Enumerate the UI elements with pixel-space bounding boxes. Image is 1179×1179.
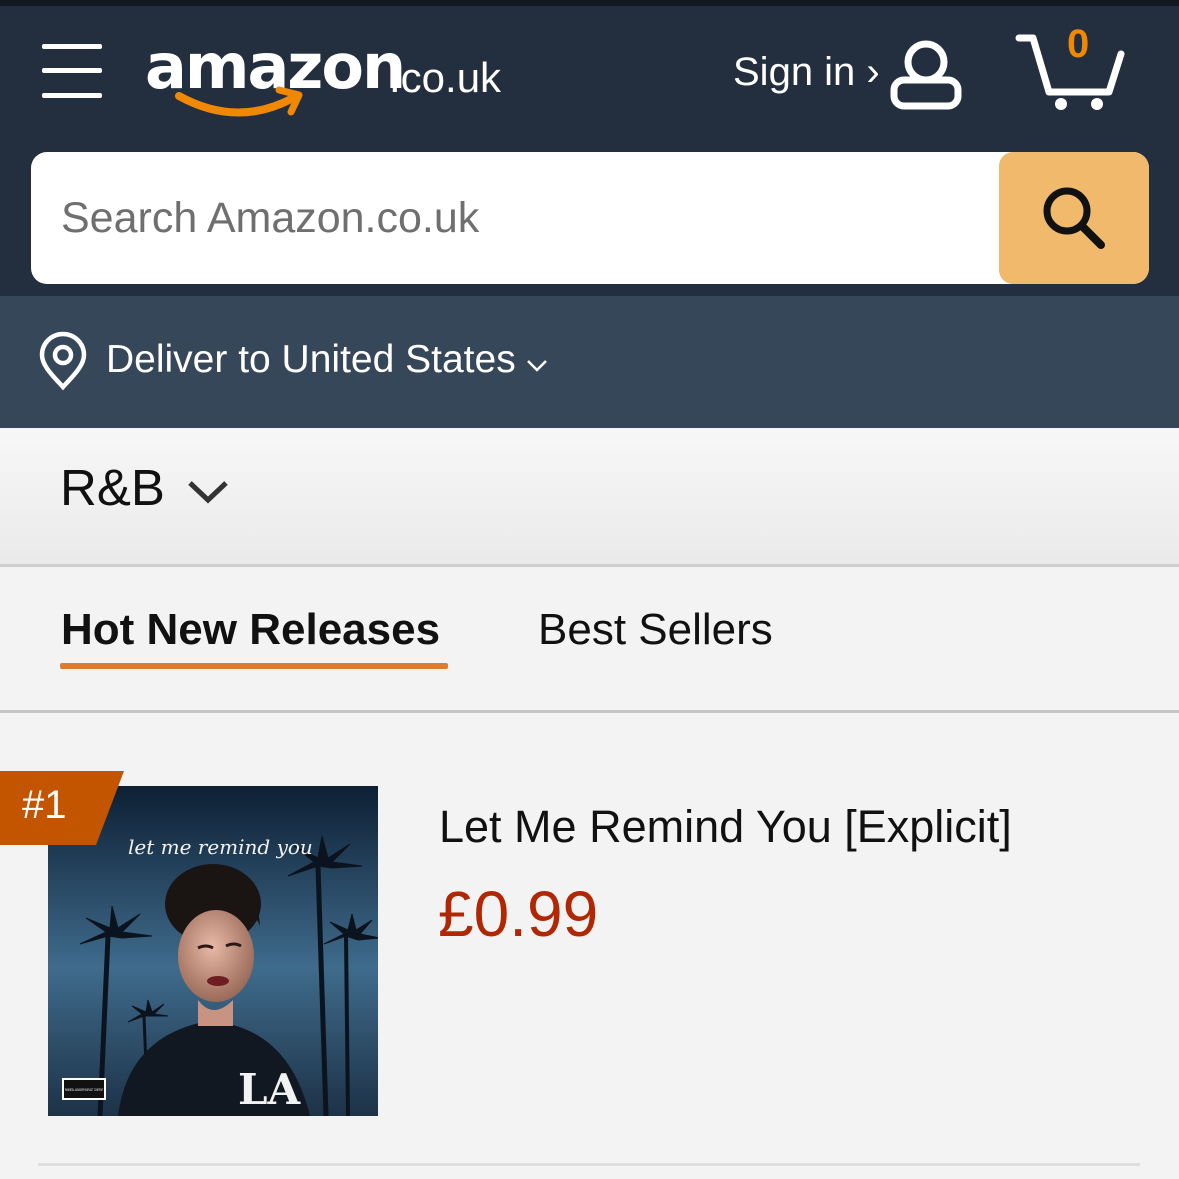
logo-tld: .co.uk [389, 54, 502, 101]
category-selector[interactable]: R&B [0, 428, 1179, 567]
chevron-down-icon [527, 360, 547, 372]
category-label: R&B [60, 459, 165, 516]
cover-script-title: let me remind you [128, 835, 313, 859]
deliver-to-label: Deliver to United States [106, 338, 516, 381]
product-title[interactable]: Let Me Remind You [Explicit] [439, 801, 1012, 853]
product-price: £0.99 [438, 878, 599, 950]
list-divider [38, 1163, 1140, 1166]
parental-advisory-label: PARENTAL ADVISORY EXPLICIT CONTENT [65, 1087, 103, 1092]
tab-best-sellers[interactable]: Best Sellers [538, 605, 773, 655]
list-item[interactable]: let me remind you LA PARENTAL ADVISORY E… [0, 713, 1179, 1179]
hamburger-menu-icon[interactable] [42, 44, 102, 98]
search-button[interactable] [999, 152, 1149, 284]
cover-la-logo: LA [238, 1065, 302, 1114]
deliver-to-bar[interactable]: Deliver to United States [0, 296, 1179, 428]
sign-in-link[interactable]: Sign in › [733, 50, 880, 95]
rank-number: #1 [22, 783, 67, 827]
tab-bar: Hot New Releases Best Sellers [0, 567, 1179, 713]
location-pin-icon [39, 331, 87, 391]
cart-count: 0 [1067, 22, 1090, 66]
shopping-cart-button[interactable]: 0 [1015, 22, 1125, 113]
active-tab-indicator [60, 663, 448, 669]
top-header: amazon .co.uk Sign in › 0 [0, 0, 1179, 296]
tab-hot-new-releases[interactable]: Hot New Releases [61, 605, 440, 655]
magnifier-icon [1043, 187, 1105, 249]
chevron-down-icon [188, 481, 228, 504]
user-icon[interactable] [888, 38, 964, 110]
amazon-logo[interactable]: amazon .co.uk [145, 26, 515, 126]
search-bar [31, 152, 1149, 284]
search-input[interactable] [31, 152, 999, 284]
smile-arrow-icon [175, 86, 303, 117]
